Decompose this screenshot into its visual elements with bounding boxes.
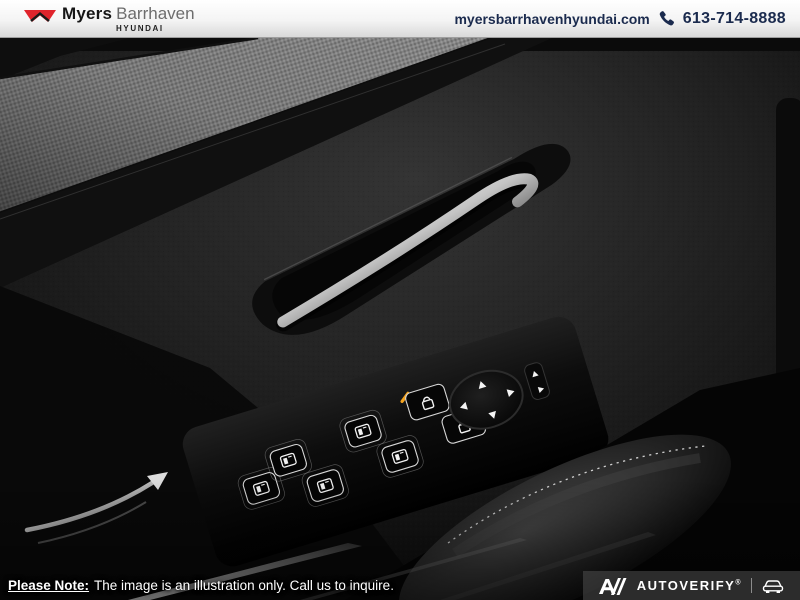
registered-mark: ® [735, 580, 742, 587]
autoverify-label: AUTOVERIFY® [637, 578, 742, 593]
dealer-logo: MyersBarrhaven HYUNDAI [24, 5, 195, 33]
brand-name: Myers [62, 4, 112, 23]
disclaimer-note: Please Note: The image is an illustration… [8, 578, 394, 593]
door-panel-illustration [0, 38, 800, 600]
brand-location: Barrhaven [116, 4, 194, 23]
dealer-website[interactable]: myersbarrhavenhyundai.com [454, 11, 649, 27]
vehicle-listing-image: MyersBarrhaven HYUNDAI myersbarrhavenhyu… [0, 0, 800, 600]
dealer-contact: myersbarrhavenhyundai.com 613-714-8888 [454, 10, 786, 28]
car-icon [761, 577, 785, 594]
brand-make: HYUNDAI [116, 25, 195, 33]
dealer-phone[interactable]: 613-714-8888 [683, 10, 786, 28]
vehicle-photo: Please Note: The image is an illustration… [0, 38, 800, 600]
autoverify-watermark: AUTOVERIFY® [583, 571, 800, 600]
phone-icon [658, 10, 675, 27]
disclaimer-text: The image is an illustration only. Call … [94, 578, 394, 593]
divider [751, 578, 752, 593]
dealer-header: MyersBarrhaven HYUNDAI myersbarrhavenhyu… [0, 0, 800, 38]
disclaimer-label: Please Note: [8, 578, 89, 593]
myers-logo-icon [24, 9, 56, 23]
autoverify-logo-icon [598, 576, 628, 596]
